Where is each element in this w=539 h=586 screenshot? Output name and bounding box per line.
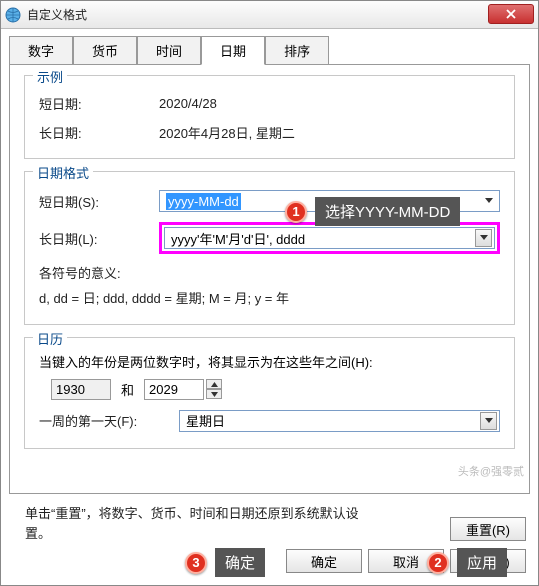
formats-group: 日期格式 短日期(S): yyyy-MM-dd 长日期(L): yyyy'年'M…: [24, 171, 515, 325]
highlight-box: yyyy'年'M'月'd'日', dddd: [159, 222, 500, 254]
annotation-tip-2: 应用: [457, 548, 507, 577]
year-to-up[interactable]: [206, 379, 222, 389]
annotation-1: 1 选择YYYY-MM-DD: [285, 197, 460, 226]
two-digit-year-label: 当键入的年份是两位数字时，将其显示为在这些年之间(H):: [39, 352, 500, 371]
tab-number[interactable]: 数字: [9, 36, 73, 65]
year-to-field[interactable]: 2029: [144, 379, 204, 400]
annotation-3: 3 确定: [185, 548, 265, 577]
annotation-tip-1: 选择YYYY-MM-DD: [315, 197, 460, 226]
short-date-example-label: 短日期:: [39, 94, 159, 113]
long-date-example-value: 2020年4月28日, 星期二: [159, 123, 295, 142]
ok-button[interactable]: 确定: [286, 549, 362, 573]
globe-icon: [5, 7, 21, 23]
close-button[interactable]: [488, 4, 534, 24]
titlebar: 自定义格式: [1, 1, 538, 29]
long-date-example-label: 长日期:: [39, 123, 159, 142]
long-date-format-dropdown[interactable]: yyyy'年'M'月'd'日', dddd: [164, 227, 495, 249]
annotation-tip-3: 确定: [215, 548, 265, 577]
annotation-badge-3: 3: [185, 552, 207, 574]
watermark: 头条@强零贰: [458, 463, 524, 479]
formats-legend: 日期格式: [33, 163, 93, 182]
window: 自定义格式 数字 货币 时间 日期 排序 示例 短日期: 2020/4/28 长…: [0, 0, 539, 586]
window-title: 自定义格式: [27, 6, 87, 23]
first-day-value: 星期日: [186, 411, 225, 430]
calendar-legend: 日历: [33, 329, 67, 348]
short-date-format-value: yyyy-MM-dd: [166, 193, 241, 210]
chevron-down-icon: [480, 192, 497, 210]
close-icon: [506, 9, 516, 19]
year-to-down[interactable]: [206, 389, 222, 399]
reset-hint: 单击“重置”，将数字、货币、时间和日期还原到系统默认设置。: [9, 504, 389, 543]
chevron-down-icon: [475, 229, 492, 247]
long-date-format-label: 长日期(L):: [39, 229, 159, 248]
tab-date[interactable]: 日期: [201, 36, 265, 65]
first-day-label: 一周的第一天(F):: [39, 411, 179, 430]
tab-sort[interactable]: 排序: [265, 36, 329, 65]
example-legend: 示例: [33, 67, 67, 86]
tab-bar: 数字 货币 时间 日期 排序: [1, 29, 538, 64]
annotation-badge-1: 1: [285, 201, 307, 223]
symbol-meaning-label: 各符号的意义:: [39, 264, 500, 285]
long-date-format-value: yyyy'年'M'月'd'日', dddd: [171, 229, 305, 248]
tab-time[interactable]: 时间: [137, 36, 201, 65]
year-from-field: 1930: [51, 379, 111, 400]
annotation-2: 2 应用: [427, 548, 507, 577]
calendar-group: 日历 当键入的年份是两位数字时，将其显示为在这些年之间(H): 1930 和 2…: [24, 337, 515, 449]
short-date-example-value: 2020/4/28: [159, 96, 217, 111]
reset-button[interactable]: 重置(R): [450, 517, 526, 541]
tab-currency[interactable]: 货币: [73, 36, 137, 65]
example-group: 示例 短日期: 2020/4/28 长日期: 2020年4月28日, 星期二: [24, 75, 515, 159]
symbol-meaning-text: d, dd = 日; ddd, dddd = 星期; M = 月; y = 年: [39, 289, 500, 310]
tab-panel: 示例 短日期: 2020/4/28 长日期: 2020年4月28日, 星期二 日…: [9, 64, 530, 494]
chevron-down-icon: [480, 412, 497, 430]
first-day-dropdown[interactable]: 星期日: [179, 410, 500, 432]
annotation-badge-2: 2: [427, 552, 449, 574]
and-label: 和: [121, 380, 134, 399]
short-date-format-label: 短日期(S):: [39, 192, 159, 211]
